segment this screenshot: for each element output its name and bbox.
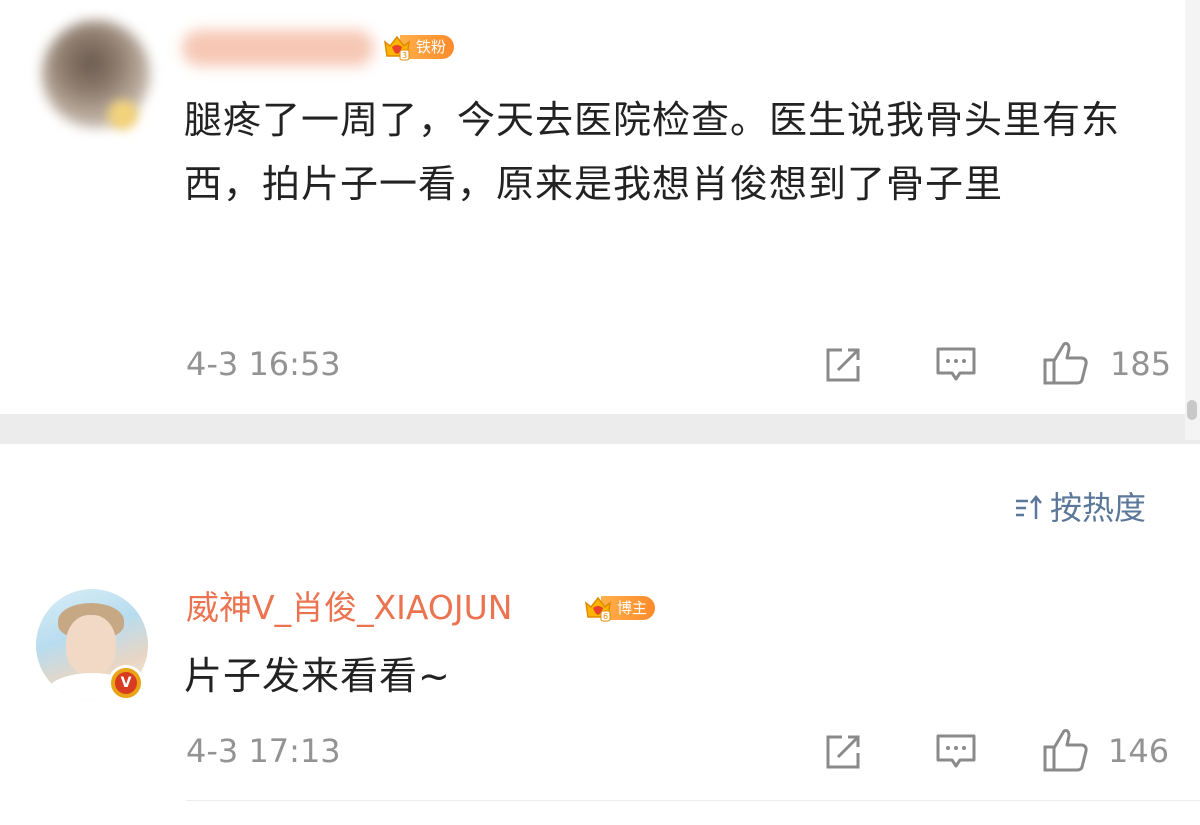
repost-icon[interactable] (824, 346, 864, 384)
svg-text:3: 3 (402, 51, 407, 60)
comment-text: 腿疼了一周了，今天去医院检查。医生说我骨头里有东西，拍片子一看，原来是我想肖俊想… (184, 98, 1121, 206)
timestamp: 4-3 16:53 (186, 345, 341, 383)
like-count: 185 (1110, 345, 1172, 383)
repost-icon[interactable] (824, 733, 864, 771)
section-divider (0, 414, 1200, 444)
sort-button[interactable]: 按热度 (1014, 488, 1146, 528)
crown-icon: 6 (584, 596, 612, 622)
bottom-divider (186, 800, 1200, 801)
scrollbar-thumb[interactable] (1187, 400, 1197, 420)
verified-icon: V (108, 665, 144, 701)
scrollbar[interactable] (1185, 0, 1200, 440)
avatar-face (66, 615, 116, 675)
svg-text:6: 6 (603, 612, 608, 621)
like-count: 146 (1108, 732, 1170, 770)
sort-icon (1016, 495, 1042, 519)
avatar-badge-blurred (108, 100, 138, 130)
timestamp: 4-3 17:13 (186, 732, 341, 770)
sort-label: 按热度 (1050, 489, 1147, 527)
like-icon[interactable] (1042, 340, 1090, 386)
crown-icon: 3 (383, 35, 411, 61)
comment-icon[interactable] (935, 733, 977, 771)
comment-feed: 3 铁粉 腿疼了一周了，今天去医院检查。医生说我骨头里有东西，拍片子一看，原来是… (0, 0, 1200, 825)
like-icon[interactable] (1042, 727, 1090, 773)
username-blurred[interactable] (182, 30, 374, 66)
comment-text: 片子发来看看~ (184, 654, 451, 698)
comment-icon[interactable] (935, 346, 977, 384)
fan-badge[interactable]: 3 铁粉 (382, 32, 455, 62)
author-badge[interactable]: 6 博主 (583, 593, 656, 623)
username[interactable]: 威神V_肖俊_XIAOJUN (186, 588, 512, 628)
